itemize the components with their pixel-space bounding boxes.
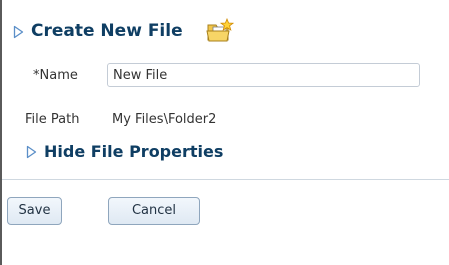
header-disclosure-triangle-icon[interactable] <box>13 25 24 39</box>
name-input[interactable] <box>107 63 420 87</box>
file-path-value: My Files\Folder2 <box>112 112 217 127</box>
name-label-text: Name <box>39 68 78 83</box>
save-button[interactable]: Save <box>7 197 62 225</box>
create-file-panel: Create New File *Name File Path My Files… <box>0 0 449 265</box>
new-file-icon <box>206 18 234 42</box>
page-title: Create New File <box>31 21 183 41</box>
hide-file-properties-link[interactable]: Hide File Properties <box>44 142 223 162</box>
section-divider <box>2 179 449 180</box>
properties-disclosure-triangle-icon[interactable] <box>26 145 37 159</box>
name-field-label: *Name <box>33 68 78 84</box>
cancel-button[interactable]: Cancel <box>108 197 200 225</box>
file-path-label: File Path <box>25 112 80 127</box>
left-edge-rule <box>0 0 2 265</box>
